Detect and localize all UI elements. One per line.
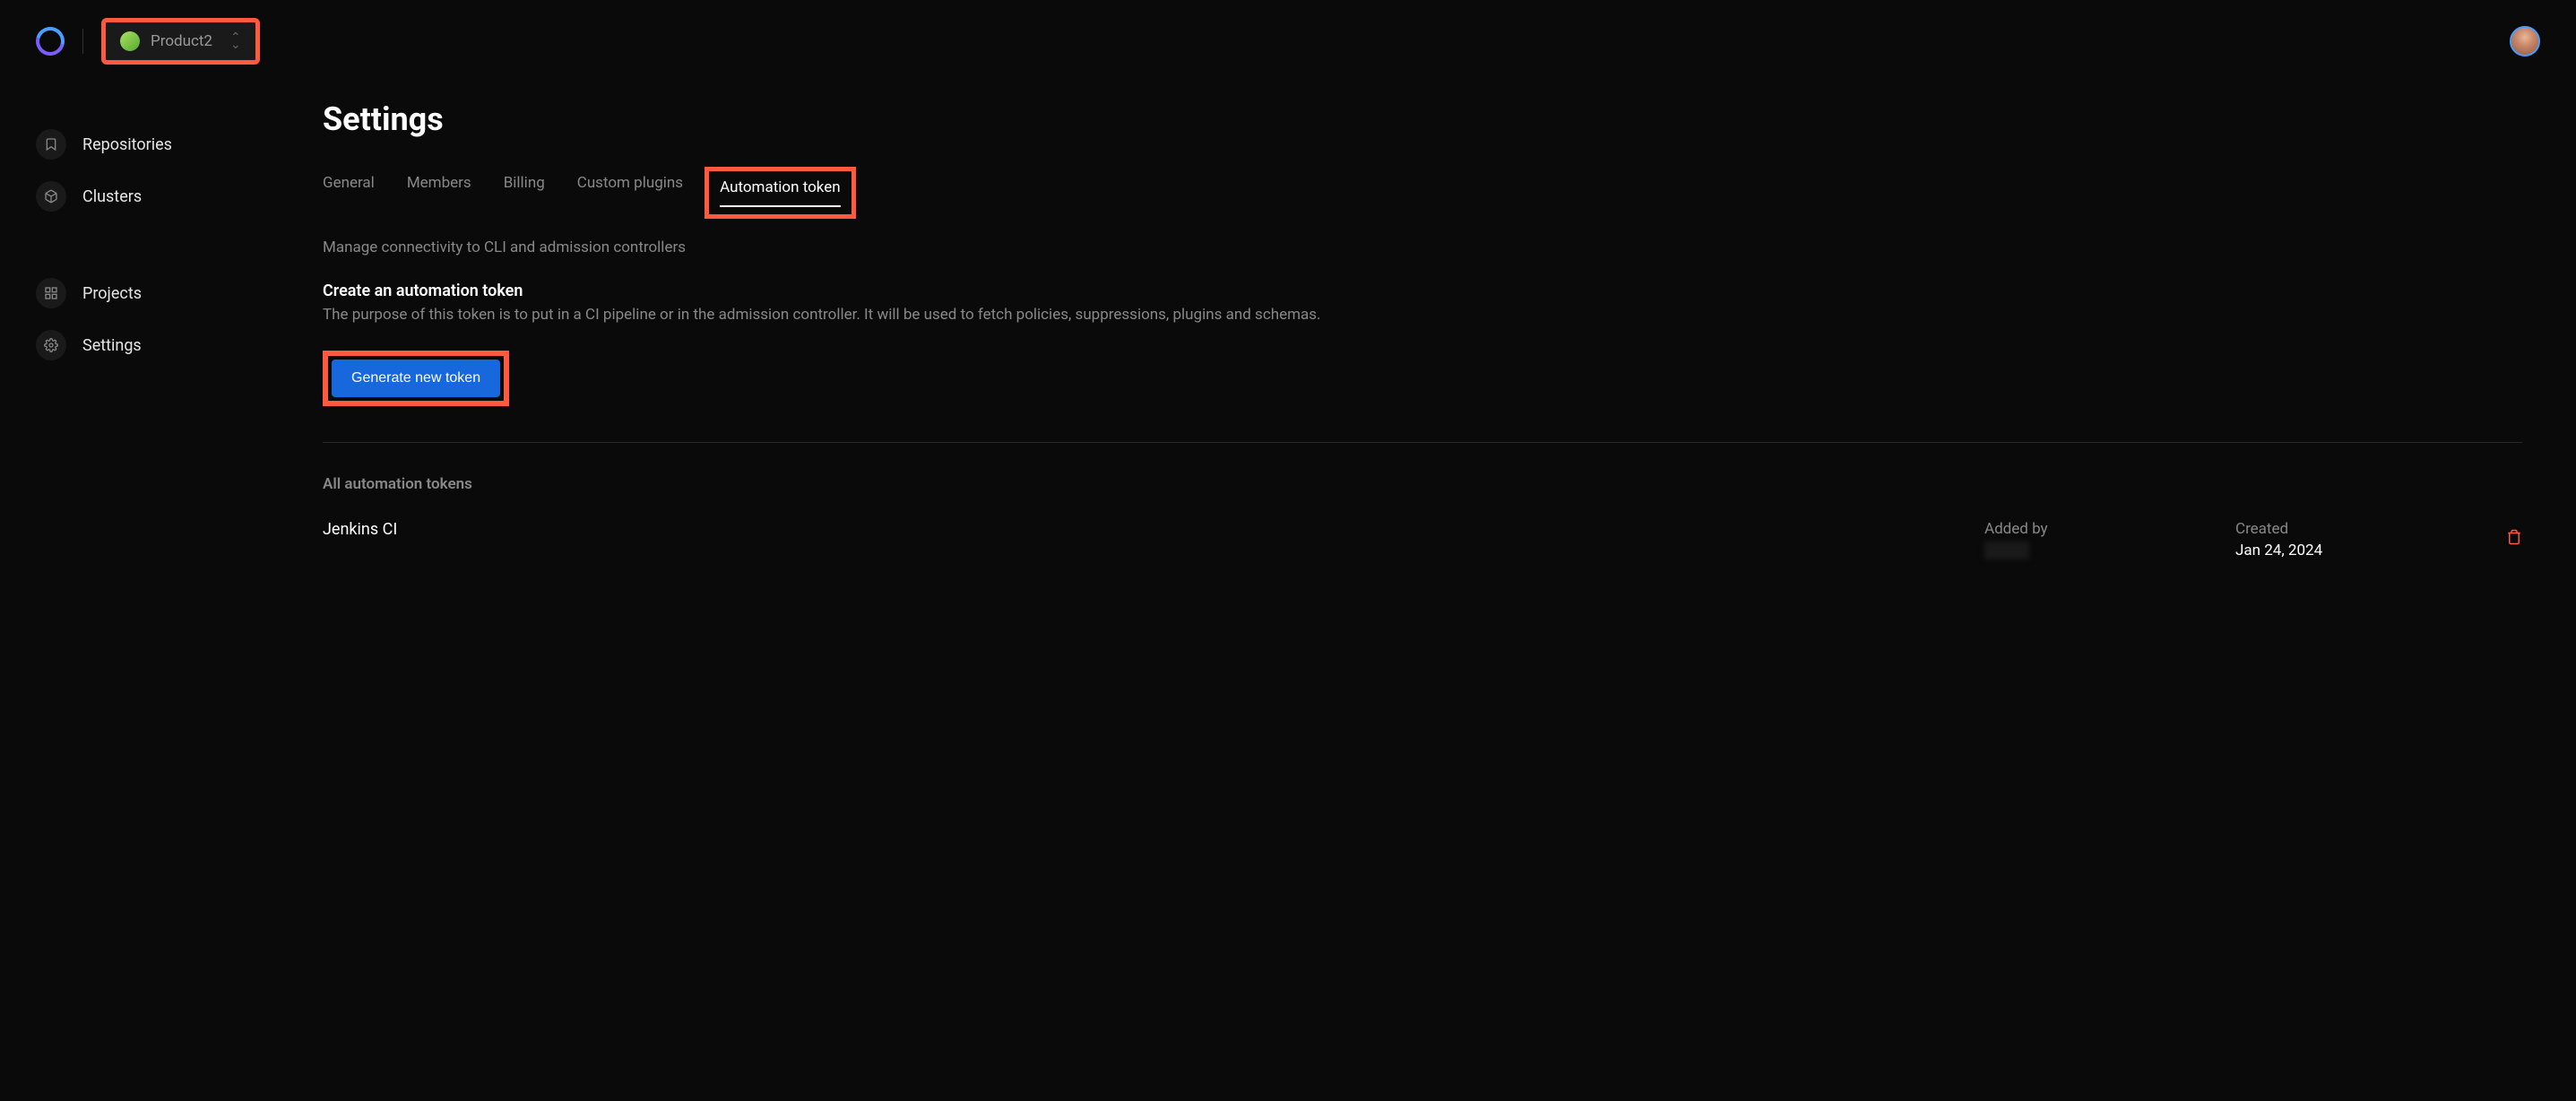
product-icon xyxy=(120,31,140,51)
bookmark-icon xyxy=(36,129,66,160)
section-divider xyxy=(323,442,2522,443)
sidebar-item-projects[interactable]: Projects xyxy=(36,267,251,319)
product-selector[interactable]: Product2 ⌃⌄ xyxy=(101,18,260,65)
created-value: Jan 24, 2024 xyxy=(2235,542,2486,559)
page-subtitle: Manage connectivity to CLI and admission… xyxy=(323,238,2522,256)
sidebar: Repositories Clusters Projects Settin xyxy=(0,82,287,577)
sidebar-item-label: Projects xyxy=(82,284,142,303)
tab-automation-token[interactable]: Automation token xyxy=(720,178,841,207)
added-by-value xyxy=(1984,542,2029,559)
tab-members[interactable]: Members xyxy=(407,174,471,212)
gear-icon xyxy=(36,330,66,360)
trash-icon xyxy=(2506,529,2522,545)
tab-billing[interactable]: Billing xyxy=(504,174,545,212)
created-label: Created xyxy=(2235,520,2486,538)
token-added-by-col: Added by xyxy=(1984,520,2235,559)
generate-button-highlight: Generate new token xyxy=(323,351,509,406)
added-by-label: Added by xyxy=(1984,520,2235,538)
main-content: Settings General Members Billing Custom … xyxy=(287,82,2576,577)
tab-automation-token-highlight: Automation token xyxy=(705,167,856,219)
tokens-list-heading: All automation tokens xyxy=(323,475,2522,493)
grid-icon xyxy=(36,278,66,308)
chevron-up-down-icon: ⌃⌄ xyxy=(230,34,241,48)
create-token-description: The purpose of this token is to put in a… xyxy=(323,306,2522,324)
header-divider xyxy=(82,29,83,54)
tab-general[interactable]: General xyxy=(323,174,375,212)
cube-icon xyxy=(36,181,66,212)
header-left: Product2 ⌃⌄ xyxy=(36,18,260,65)
tab-custom-plugins[interactable]: Custom plugins xyxy=(577,174,683,212)
token-row: Jenkins CI Added by Created Jan 24, 2024 xyxy=(323,520,2522,559)
sidebar-item-repositories[interactable]: Repositories xyxy=(36,118,251,170)
token-name: Jenkins CI xyxy=(323,520,1984,539)
sidebar-item-label: Repositories xyxy=(82,135,172,154)
avatar[interactable] xyxy=(2510,26,2540,56)
page-title: Settings xyxy=(323,100,2522,138)
token-created-col: Created Jan 24, 2024 xyxy=(2235,520,2486,559)
sidebar-item-settings[interactable]: Settings xyxy=(36,319,251,371)
delete-token-button[interactable] xyxy=(2486,520,2522,545)
tabs: General Members Billing Custom plugins A… xyxy=(323,174,2522,212)
product-name: Product2 xyxy=(151,32,212,50)
logo-icon[interactable] xyxy=(30,22,70,61)
sidebar-item-clusters[interactable]: Clusters xyxy=(36,170,251,222)
sidebar-item-label: Settings xyxy=(82,336,142,355)
create-token-heading: Create an automation token xyxy=(323,282,2522,300)
sidebar-group-1: Repositories Clusters xyxy=(36,118,251,222)
sidebar-item-label: Clusters xyxy=(82,187,142,206)
sidebar-group-2: Projects Settings xyxy=(36,267,251,371)
header: Product2 ⌃⌄ xyxy=(0,0,2576,82)
generate-new-token-button[interactable]: Generate new token xyxy=(332,360,500,397)
